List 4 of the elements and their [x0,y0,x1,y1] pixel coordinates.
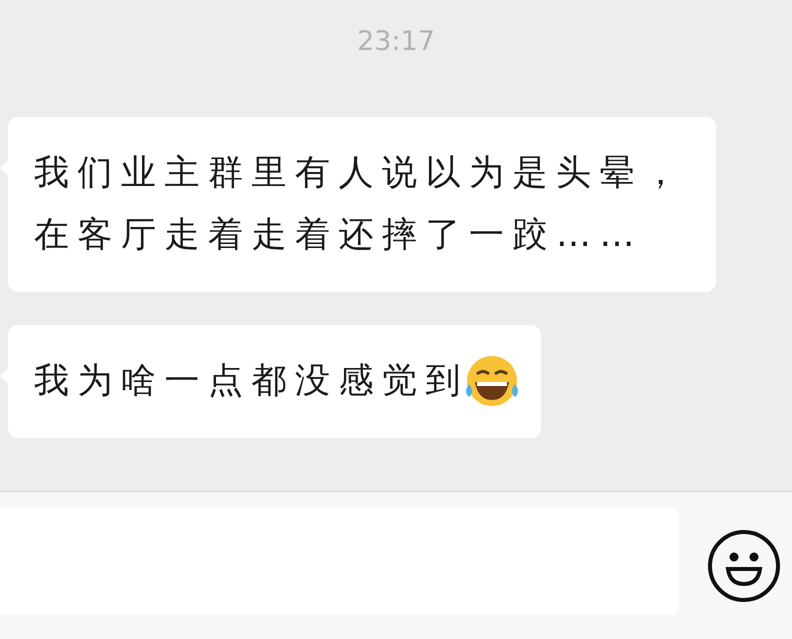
emoji-button[interactable] [707,528,781,602]
message-text: 我们业主群里有人说以为是头晕，在客厅走着走着还摔了一跤…… [34,152,688,257]
message-timestamp: 23:17 [357,26,435,57]
message-text: 我为啥一点都没感觉到 [34,360,469,403]
